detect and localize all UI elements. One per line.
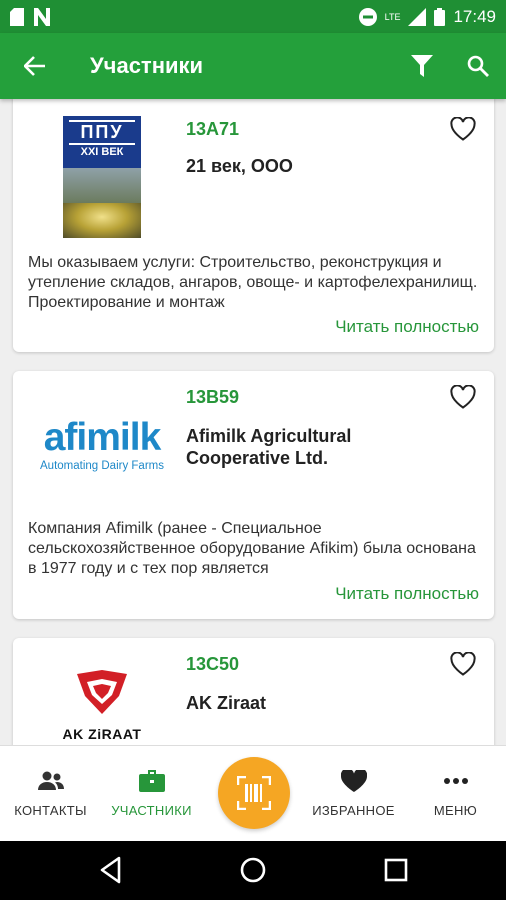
back-button[interactable] xyxy=(0,33,70,99)
nav-label: УЧАСТНИКИ xyxy=(111,803,192,818)
favorite-icon[interactable] xyxy=(450,385,476,409)
briefcase-icon xyxy=(138,770,165,792)
filter-button[interactable] xyxy=(394,33,450,99)
arrow-back-icon xyxy=(24,56,45,76)
logo-text: afimilk xyxy=(43,416,162,459)
company-description: Компания Afimilk (ранее - Специальное се… xyxy=(28,520,476,577)
bottom-navigation: КОНТАКТЫ УЧАСТНИКИ ИЗБРАННОЕ МЕНЮ xyxy=(0,745,506,841)
booth-code: 13C50 xyxy=(186,654,240,674)
company-name: AK Ziraat xyxy=(186,693,267,713)
exhibitor-card[interactable]: ППУ XXI ВЕК 13A71 21 век, ООО Мы оказыва… xyxy=(13,99,494,352)
system-back-icon[interactable] xyxy=(97,855,127,885)
nav-label: КОНТАКТЫ xyxy=(14,803,87,818)
app-bar: Участники xyxy=(0,33,506,99)
company-logo: AK ZiRAAT xyxy=(27,660,177,745)
logo-text: AK ZiRAAT xyxy=(62,726,142,742)
exhibitor-card[interactable]: afimilk Automating Dairy Farms 13B59 Afi… xyxy=(13,371,494,619)
heart-icon xyxy=(340,770,367,792)
nav-contacts[interactable]: КОНТАКТЫ xyxy=(0,746,101,842)
network-type: LTE xyxy=(384,11,401,22)
more-horizontal-icon xyxy=(443,778,468,784)
signal-icon xyxy=(408,7,427,26)
company-name: 21 век, ООО xyxy=(186,156,293,176)
search-icon xyxy=(467,55,489,77)
company-name: Afimilk Agricultural Cooperative Ltd. xyxy=(186,426,352,468)
filter-icon xyxy=(411,55,433,77)
battery-icon xyxy=(434,7,446,26)
status-bar: LTE 17:49 xyxy=(0,0,506,33)
favorite-icon[interactable] xyxy=(450,117,476,141)
read-more-link[interactable]: Читать полностью xyxy=(335,584,479,604)
system-navigation-bar xyxy=(0,841,506,900)
page-title: Участники xyxy=(90,53,204,78)
barcode-scan-icon xyxy=(237,776,271,810)
logo-subtext: XXI ВЕК xyxy=(80,146,124,158)
system-recents-icon[interactable] xyxy=(381,855,411,885)
company-description: Мы оказываем услуги: Строительство, реко… xyxy=(28,254,478,311)
contacts-icon xyxy=(37,771,64,790)
company-logo: afimilk Automating Dairy Farms xyxy=(27,385,177,505)
nav-participants[interactable]: УЧАСТНИКИ xyxy=(101,746,202,842)
company-logo: ППУ XXI ВЕК xyxy=(27,116,177,238)
ak-ziraat-shield-logo xyxy=(77,670,127,714)
sim-card-icon xyxy=(10,7,24,26)
nav-favorites[interactable]: ИЗБРАННОЕ xyxy=(303,746,404,842)
clock: 17:49 xyxy=(453,6,496,26)
nav-label: ИЗБРАННОЕ xyxy=(312,803,395,818)
search-button[interactable] xyxy=(450,33,506,99)
booth-code: 13B59 xyxy=(186,387,240,407)
exhibitor-card[interactable]: AK ZiRAAT 13C50 AK Ziraat xyxy=(13,638,494,745)
do-not-disturb-icon xyxy=(358,7,377,26)
exhibitor-list[interactable]: ППУ XXI ВЕК 13A71 21 век, ООО Мы оказыва… xyxy=(0,99,506,745)
app-notification-icon xyxy=(34,7,50,26)
nav-label: МЕНЮ xyxy=(433,803,478,818)
nav-menu[interactable]: МЕНЮ xyxy=(405,746,506,842)
booth-code: 13A71 xyxy=(186,119,240,139)
favorite-icon[interactable] xyxy=(450,652,476,676)
logo-text: ППУ xyxy=(69,120,135,145)
scan-button[interactable] xyxy=(218,757,290,829)
system-home-icon[interactable] xyxy=(238,855,268,885)
read-more-link[interactable]: Читать полностью xyxy=(335,317,479,337)
logo-subtext: Automating Dairy Farms xyxy=(40,460,164,472)
